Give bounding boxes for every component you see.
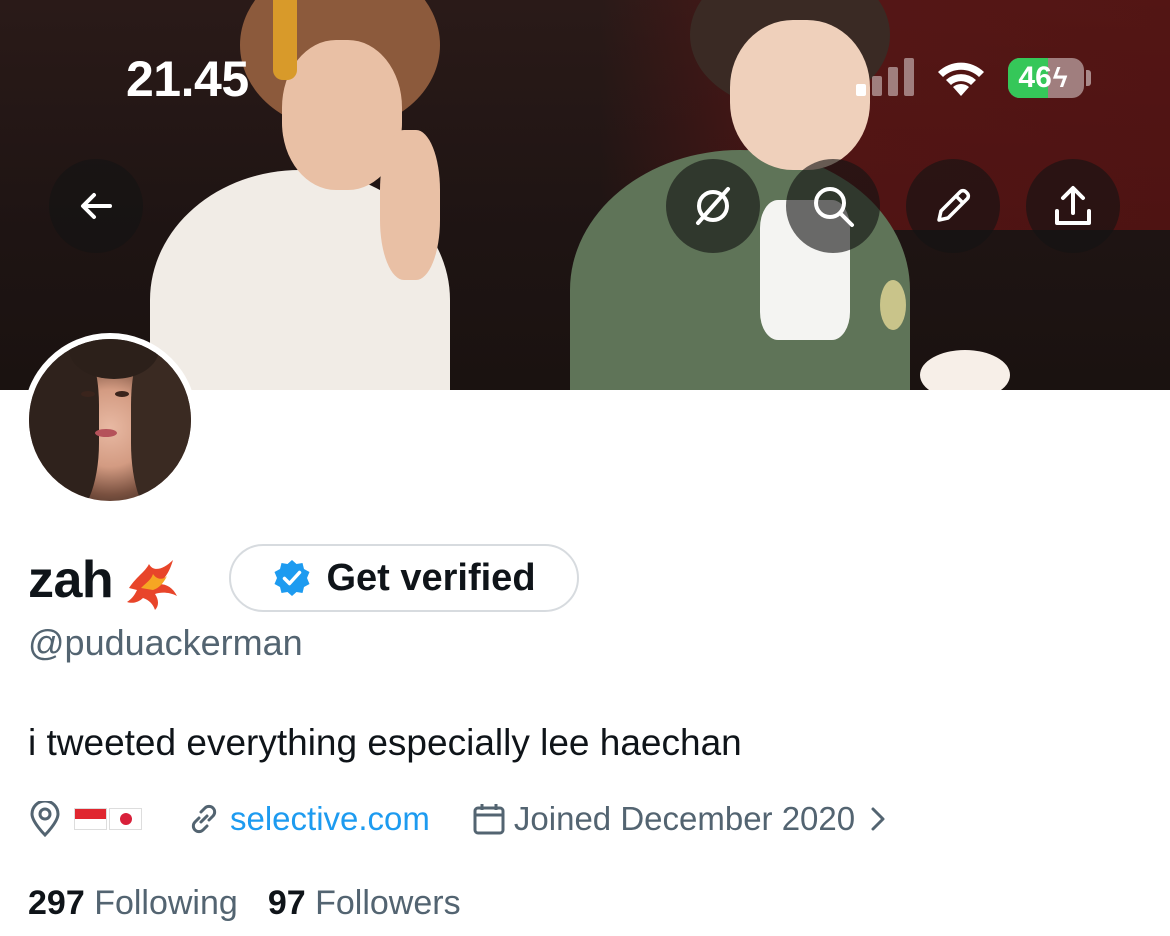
location-pin-icon: [30, 801, 60, 837]
battery-indicator: 46 ϟ: [1008, 58, 1084, 98]
status-time: 21.45: [126, 51, 249, 107]
indonesia-flag-icon: [74, 808, 107, 830]
following-count: 297: [28, 884, 85, 922]
back-button[interactable]: [49, 159, 143, 253]
back-arrow-icon: [81, 193, 112, 219]
followers-count: 97: [267, 884, 306, 922]
avatar-image: [29, 339, 191, 501]
calendar-icon: [473, 804, 505, 835]
share-icon: [1055, 186, 1091, 225]
search-button[interactable]: [786, 159, 880, 253]
japan-flag-icon: [109, 808, 142, 830]
profile-handle: @puduackerman: [28, 622, 303, 663]
joined-date: Joined December 2020: [513, 800, 856, 837]
followers-label: Followers: [315, 884, 461, 922]
wifi-icon: [938, 62, 984, 96]
website-link[interactable]: selective.com: [230, 800, 430, 838]
joined-item[interactable]: Joined December 2020: [472, 800, 889, 838]
grok-button[interactable]: [666, 159, 760, 253]
followers-link[interactable]: 97 Followers: [268, 884, 461, 923]
battery-nub: [1086, 70, 1091, 86]
search-icon: [814, 187, 854, 227]
link-icon: [191, 804, 217, 834]
website-item[interactable]: selective.com: [186, 800, 430, 838]
profile-avatar[interactable]: [23, 333, 197, 507]
display-name: zah: [28, 551, 114, 609]
get-verified-label: Get verified: [326, 556, 536, 599]
phoenix-emoji-icon: [127, 560, 178, 610]
cellular-signal-icon: [856, 58, 914, 96]
share-button[interactable]: [1026, 159, 1120, 253]
charging-bolt-icon: ϟ: [1052, 62, 1068, 93]
chevron-right-icon: [871, 807, 885, 831]
display-name-row: zah: [28, 542, 183, 618]
following-label: Following: [94, 884, 238, 922]
profile-banner[interactable]: 21.45 46 ϟ: [0, 0, 1170, 390]
grok-icon: [696, 187, 730, 225]
profile-bio: i tweeted everything especially lee haec…: [28, 722, 742, 763]
edit-pencil-icon: [937, 188, 971, 222]
verified-badge-icon: [274, 560, 310, 596]
battery-level: 46: [1018, 61, 1052, 94]
following-link[interactable]: 297 Following: [28, 884, 238, 923]
location-item: [28, 801, 142, 837]
status-bar: 21.45 46 ϟ: [0, 0, 1170, 150]
profile-meta-row: selective.com Joined December 2020: [28, 796, 889, 842]
follow-counts: 297 Following 97 Followers: [28, 884, 461, 923]
get-verified-button[interactable]: Get verified: [229, 544, 579, 612]
edit-button[interactable]: [906, 159, 1000, 253]
